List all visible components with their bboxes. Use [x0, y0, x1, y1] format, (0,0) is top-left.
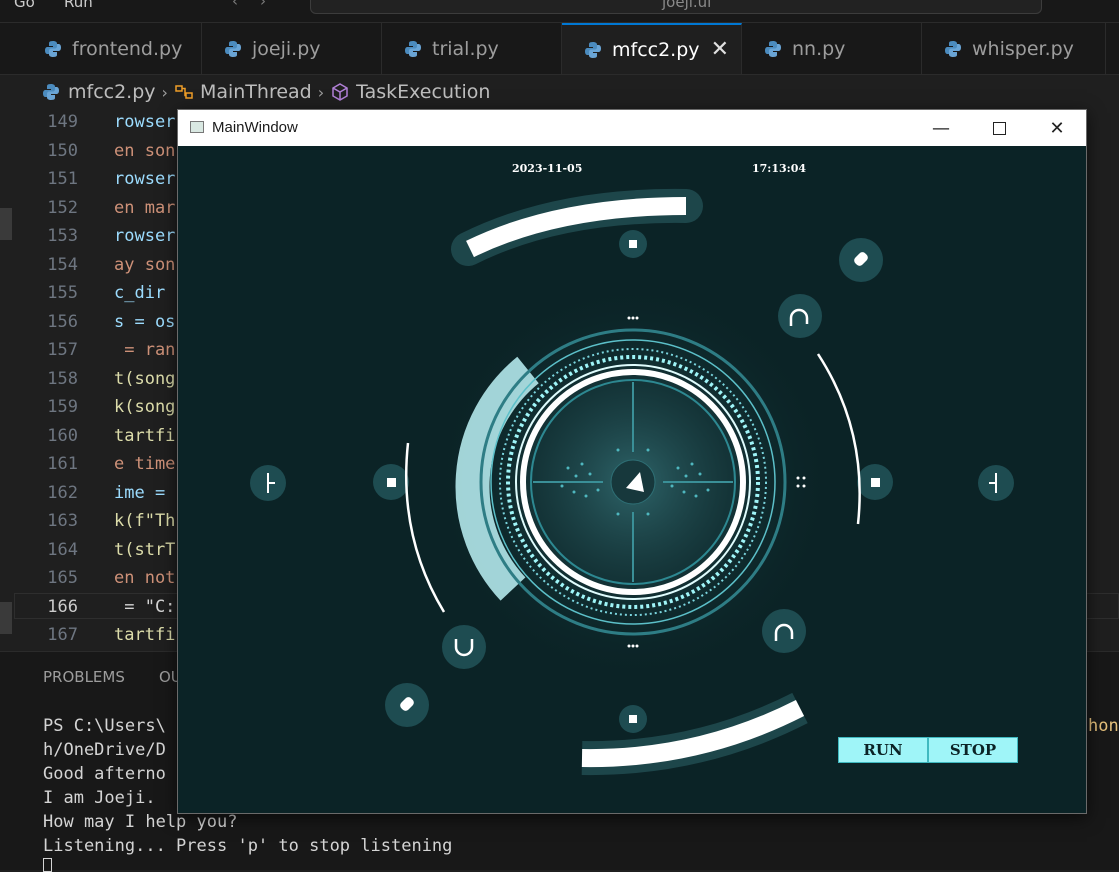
python-file-icon	[45, 40, 61, 57]
title-bar: Go Run ‹› joeji.ui	[0, 0, 1119, 23]
code-line[interactable]: c_dir	[114, 283, 175, 303]
breadcrumb-file[interactable]: mfcc2.py	[68, 81, 156, 103]
code-line[interactable]: k(f"Th	[114, 511, 175, 531]
tab-label: trial.py	[432, 37, 499, 60]
tab-label: nn.py	[792, 37, 846, 60]
menu-go[interactable]: Go	[14, 0, 35, 11]
hud-graphic	[250, 188, 1014, 776]
tab-mfcc2[interactable]: mfcc2.py ✕	[562, 23, 742, 74]
python-file-icon	[585, 41, 601, 58]
line-number: 164	[47, 539, 78, 560]
code-line[interactable]: ime =	[114, 483, 175, 503]
line-number: 167	[47, 625, 78, 645]
tab-trial[interactable]: trial.py	[382, 23, 562, 74]
line-number: 161	[47, 454, 78, 474]
breadcrumb: mfcc2.py › MainThread › TaskExecution	[0, 75, 1119, 109]
scroll-marker	[0, 208, 12, 240]
run-button[interactable]: RUN	[838, 737, 928, 763]
terminal-fragment: hon	[1088, 716, 1119, 736]
terminal-line: Listening... Press 'p' to stop listening	[43, 836, 453, 856]
line-number: 160	[47, 425, 78, 446]
window-app-icon	[190, 121, 204, 133]
line-number: 166	[47, 596, 78, 617]
code-line[interactable]: tartfi	[114, 426, 175, 446]
code-line[interactable]: en not	[114, 568, 175, 588]
chevron-right-icon: ›	[161, 82, 168, 102]
terminal-line: h/OneDrive/D	[43, 740, 166, 760]
code-line[interactable]: rowser	[114, 226, 175, 246]
code-line[interactable]: en son	[114, 141, 175, 161]
code-line[interactable]: rowser	[114, 112, 175, 132]
scroll-marker	[0, 602, 12, 634]
breadcrumb-class[interactable]: MainThread	[200, 81, 312, 103]
line-number: 151	[47, 169, 78, 189]
terminal-line: Good afterno	[43, 764, 166, 784]
terminal-line: PS C:\Users\	[43, 716, 166, 736]
line-number: 158	[47, 368, 78, 389]
line-number: 150	[47, 140, 78, 161]
code-line[interactable]: rowser	[114, 169, 175, 189]
python-file-icon	[765, 40, 781, 57]
hud-display: 2023-11-05 17:13:04 RUN STOP	[178, 146, 1086, 813]
tab-whisper[interactable]: whisper.py	[922, 23, 1106, 74]
method-icon	[332, 83, 348, 101]
line-number: 165	[47, 568, 78, 588]
window-title-bar[interactable]: MainWindow — ✕	[178, 110, 1086, 146]
line-number: 163	[47, 511, 78, 531]
tab-joeji[interactable]: joeji.py	[202, 23, 382, 74]
code-line[interactable]: = "C:	[114, 597, 175, 617]
hud-time: 17:13:04	[752, 162, 807, 175]
line-number: 159	[47, 397, 78, 417]
chevron-right-icon: ›	[317, 82, 325, 102]
maximize-icon[interactable]	[970, 110, 1028, 146]
close-icon[interactable]: ✕	[711, 37, 729, 62]
tab-nn[interactable]: nn.py	[742, 23, 922, 74]
menu-run[interactable]: Run	[64, 0, 93, 11]
breadcrumb-method[interactable]: TaskExecution	[356, 81, 490, 103]
line-number: 156	[47, 311, 78, 332]
code-line[interactable]: ay son	[114, 255, 175, 275]
code-line[interactable]: s = os	[114, 312, 175, 332]
line-number: 155	[47, 283, 78, 303]
line-number: 162	[47, 482, 78, 503]
tab-label: joeji.py	[252, 37, 321, 60]
code-line[interactable]: tartfi	[114, 625, 175, 645]
stop-button[interactable]: STOP	[928, 737, 1018, 763]
line-number: 157	[47, 340, 78, 360]
terminal-cursor	[43, 858, 52, 872]
command-center-label: joeji.ui	[662, 0, 712, 11]
code-line[interactable]: en mar	[114, 198, 175, 218]
python-file-icon	[405, 40, 421, 57]
code-line[interactable]: t(strT	[114, 540, 175, 560]
main-window[interactable]: MainWindow — ✕ 2023-11-05 17:13:04 RUN S…	[177, 109, 1087, 814]
tab-label: mfcc2.py	[612, 38, 700, 61]
python-file-icon	[945, 40, 961, 57]
hud-date: 2023-11-05	[512, 162, 583, 175]
tab-frontend[interactable]: frontend.py	[12, 23, 202, 74]
minimize-icon[interactable]: —	[912, 110, 970, 146]
python-file-icon	[225, 40, 241, 57]
editor-tab-bar: frontend.py joeji.py trial.py mfcc2.py ✕…	[0, 23, 1119, 75]
tab-problems[interactable]: PROBLEMS	[43, 668, 125, 686]
code-line[interactable]: t(song	[114, 369, 175, 389]
tab-label: frontend.py	[72, 37, 183, 60]
window-title: MainWindow	[212, 119, 298, 136]
line-number: 152	[47, 197, 78, 218]
tab-label: whisper.py	[972, 37, 1074, 60]
close-icon[interactable]: ✕	[1028, 110, 1086, 146]
class-icon	[175, 85, 193, 99]
line-number: 153	[47, 226, 78, 246]
line-number: 149	[47, 112, 78, 132]
nav-arrows[interactable]: ‹›	[232, 0, 288, 10]
terminal-line: How may I help you?	[43, 812, 238, 832]
line-number: 154	[47, 254, 78, 275]
code-line[interactable]: e time	[114, 454, 175, 474]
code-line[interactable]: k(song	[114, 397, 175, 417]
code-line[interactable]: = ran	[114, 340, 175, 360]
terminal-line: I am Joeji.	[43, 788, 156, 808]
python-file-icon	[43, 84, 59, 100]
